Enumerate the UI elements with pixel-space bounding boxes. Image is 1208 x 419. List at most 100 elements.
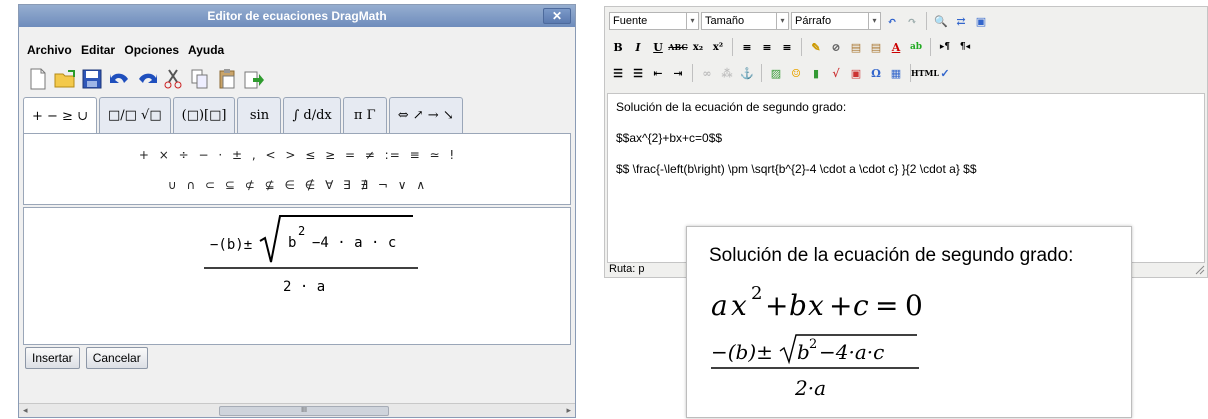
toolbar-row-1: Fuente ▾ Tamaño ▾ Párrafo ▾ ↶ ↷ 🔍 ⇄ ▣ <box>609 10 990 32</box>
dragmath-icon[interactable]: ▣ <box>847 64 865 82</box>
content-paragraph-2[interactable]: $$ax^{2}+bx+c=0$$ <box>616 131 1196 145</box>
eq1-plus-2: + <box>829 289 852 322</box>
eq2-radicand: b <box>797 340 810 364</box>
text-color-icon[interactable]: A <box>887 38 905 56</box>
special-char-icon[interactable]: Ω <box>867 64 885 82</box>
copy-icon[interactable] <box>189 68 211 90</box>
chevron-down-icon: ▾ <box>868 13 880 29</box>
tab-fractions-roots[interactable]: □/□ √□ <box>98 97 171 133</box>
close-button[interactable]: ✕ <box>543 8 571 24</box>
eq2-denominator: 2·a <box>794 376 826 400</box>
indent-icon[interactable]: ⇥ <box>669 64 687 82</box>
undo-icon[interactable]: ↶ <box>883 12 901 30</box>
separator <box>801 38 802 56</box>
tab-calculus[interactable]: ∫ d/dx <box>283 97 341 133</box>
strikethrough-icon[interactable]: ABC <box>668 38 687 56</box>
font-select-value: Fuente <box>613 15 648 27</box>
image-icon[interactable]: ▨ <box>767 64 785 82</box>
tab-brackets[interactable]: (□)[□] <box>172 97 236 133</box>
new-file-icon[interactable] <box>27 68 49 90</box>
toolbar-row-2: B I U ABC x₂ x² ≡ ≡ ≡ ✎ ⊘ ▤ ▤ A ab ▸¶ ¶◂ <box>609 36 974 58</box>
menu-editar[interactable]: Editar <box>81 43 115 57</box>
tab-arrows[interactable]: ⇔ ↗ → ↘ <box>388 97 463 133</box>
dragmath-window: Editor de ecuaciones DragMath ✕ Archivo … <box>18 4 576 418</box>
outdent-icon[interactable]: ⇤ <box>649 64 667 82</box>
menu-opciones[interactable]: Opciones <box>124 43 179 57</box>
menu-ayuda[interactable]: Ayuda <box>188 43 224 57</box>
bold-icon[interactable]: B <box>609 38 627 56</box>
scrollbar-thumb[interactable]: III <box>219 406 389 416</box>
rendered-output-panel: Solución de la ecuación de segundo grado… <box>686 226 1132 418</box>
denominator: 2 · a <box>283 279 325 295</box>
save-icon[interactable] <box>81 68 103 90</box>
replace-icon[interactable]: ⇄ <box>952 12 970 30</box>
equation-icon[interactable]: √ <box>827 64 845 82</box>
content-paragraph-3[interactable]: $$ \frac{-\left(b\right) \pm \sqrt{b^{2}… <box>616 162 1196 176</box>
size-select-value: Tamaño <box>705 15 745 27</box>
menu-archivo[interactable]: Archivo <box>27 43 72 57</box>
symbol-row-operators[interactable]: + × ÷ − · ± , < > ≤ ≥ = ≠ := ≡ ≃ ! <box>24 148 570 162</box>
redo-icon[interactable]: ↷ <box>903 12 921 30</box>
clean-format-icon[interactable]: ✎ <box>807 38 825 56</box>
cut-icon[interactable] <box>162 68 184 90</box>
numbered-list-icon[interactable]: ☰ <box>629 64 647 82</box>
scroll-right-icon[interactable]: ▸ <box>566 405 571 416</box>
fullscreen-icon[interactable]: ▣ <box>972 12 990 30</box>
redo-icon[interactable] <box>135 68 157 90</box>
align-center-icon[interactable]: ≡ <box>758 38 776 56</box>
paste-word-icon[interactable]: ▤ <box>867 38 885 56</box>
export-icon[interactable] <box>243 68 265 90</box>
rtl-icon[interactable]: ¶◂ <box>956 38 974 56</box>
insert-button[interactable]: Insertar <box>25 347 80 369</box>
paste-icon[interactable] <box>216 68 238 90</box>
tab-operators[interactable]: + − ≥ ∪ <box>23 97 97 134</box>
content-paragraph-1[interactable]: Solución de la ecuación de segundo grado… <box>616 100 1196 114</box>
equation-canvas[interactable]: −(b)± b 2 −4 · a · c 2 · a <box>23 207 571 345</box>
separator <box>930 38 931 56</box>
chevron-down-icon: ▾ <box>686 13 698 29</box>
tab-greek[interactable]: π Γ <box>342 97 387 133</box>
paste-text-icon[interactable]: ▤ <box>847 38 865 56</box>
highlight-color-icon[interactable]: ab <box>907 38 925 56</box>
superscript-icon[interactable]: x² <box>709 38 727 56</box>
italic-icon[interactable]: I <box>629 38 647 56</box>
subscript-icon[interactable]: x₂ <box>689 38 707 56</box>
separator <box>692 64 693 82</box>
horizontal-scrollbar[interactable]: ◂ III ▸ <box>19 403 575 417</box>
open-folder-icon[interactable] <box>54 68 76 90</box>
chevron-down-icon: ▾ <box>776 13 788 29</box>
separator <box>732 38 733 56</box>
eq1-c: c <box>853 289 869 322</box>
toolbar-row-3: ☰ ☰ ⇤ ⇥ ∞ ⁂ ⚓ ▨ ☺ ▮ √ ▣ Ω ▦ HTML ✓ <box>609 62 954 84</box>
symbol-row-sets-logic[interactable]: ∪ ∩ ⊂ ⊆ ⊄ ⊈ ∈ ∉ ∀ ∃ ∄ ¬ ∨ ∧ <box>24 178 570 192</box>
radicand-b: b <box>288 235 296 251</box>
scroll-left-icon[interactable]: ◂ <box>23 405 28 416</box>
eq2-exponent: 2 <box>809 337 817 352</box>
anchor-icon[interactable]: ⚓ <box>738 64 756 82</box>
separator <box>761 64 762 82</box>
ltr-icon[interactable]: ▸¶ <box>936 38 954 56</box>
underline-icon[interactable]: U <box>649 38 667 56</box>
table-icon[interactable]: ▦ <box>887 64 905 82</box>
radicand-rest: −4 · a · c <box>312 235 396 251</box>
font-select[interactable]: Fuente ▾ <box>609 12 699 30</box>
spellcheck-icon[interactable]: ✓ <box>936 64 954 82</box>
size-select[interactable]: Tamaño ▾ <box>701 12 789 30</box>
eq1-x: x <box>731 289 747 322</box>
align-left-icon[interactable]: ≡ <box>738 38 756 56</box>
unlink-icon[interactable]: ⁂ <box>718 64 736 82</box>
align-right-icon[interactable]: ≡ <box>778 38 796 56</box>
eq2-numerator-prefix: −(b)± <box>711 340 773 364</box>
tab-functions[interactable]: sin <box>237 97 282 133</box>
media-icon[interactable]: ▮ <box>807 64 825 82</box>
undo-icon[interactable] <box>108 68 130 90</box>
find-icon[interactable]: 🔍 <box>932 12 950 30</box>
format-select[interactable]: Párrafo ▾ <box>791 12 881 30</box>
resize-grip-icon[interactable] <box>1195 265 1205 275</box>
html-source-icon[interactable]: HTML <box>911 64 939 82</box>
emoticon-icon[interactable]: ☺ <box>787 64 805 82</box>
cancel-button[interactable]: Cancelar <box>85 347 148 369</box>
link-icon[interactable]: ⊘ <box>827 38 845 56</box>
insert-link-icon[interactable]: ∞ <box>698 64 716 82</box>
bullet-list-icon[interactable]: ☰ <box>609 64 627 82</box>
